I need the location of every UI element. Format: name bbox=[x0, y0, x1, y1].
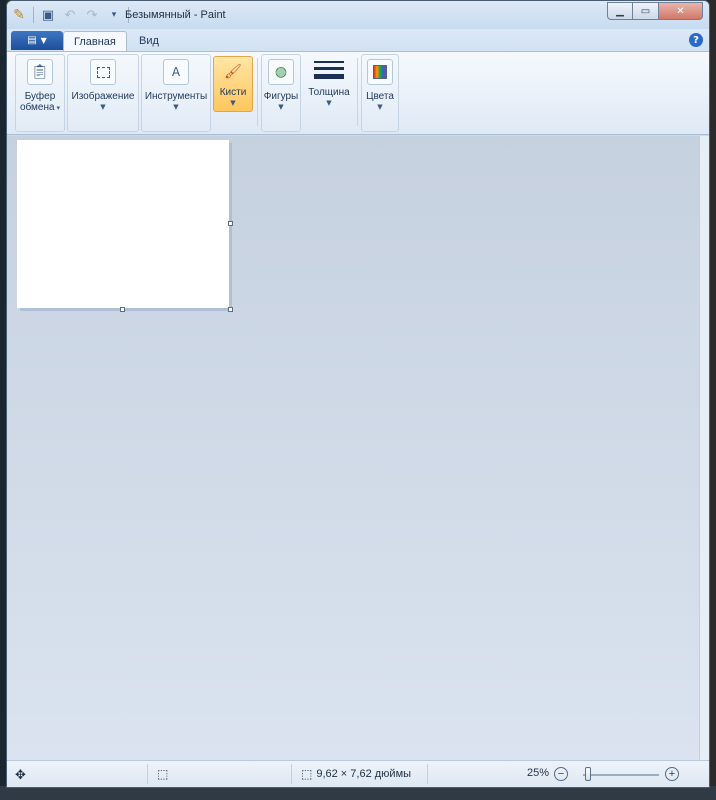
ribbon-separator bbox=[357, 58, 358, 126]
selection-icon: ⬚ bbox=[157, 767, 169, 781]
image-size: ⬚ 9,62 × 7,62 дюймы bbox=[301, 767, 411, 781]
title-bar: ✎ ▣ ↶ ↷ ▾ Безымянный - Paint ▁ ▭ ✕ bbox=[7, 1, 709, 29]
resize-handle-right[interactable] bbox=[228, 221, 233, 226]
save-icon[interactable]: ▣ bbox=[40, 7, 56, 23]
zoom-slider-thumb[interactable] bbox=[585, 767, 591, 781]
maximize-button[interactable]: ▭ bbox=[633, 2, 659, 20]
zoom-level-text: 25% bbox=[527, 767, 550, 779]
paint-window: ✎ ▣ ↶ ↷ ▾ Безымянный - Paint ▁ ▭ ✕ ▤ ▼ Г… bbox=[6, 0, 710, 788]
image-size-text: 9,62 × 7,62 дюймы bbox=[316, 768, 412, 780]
tools-icon: A bbox=[163, 59, 189, 85]
palette-icon bbox=[367, 59, 393, 85]
tools-group-button[interactable]: A Инструменты ▼ bbox=[141, 54, 211, 132]
brush-icon: 🖌︎ bbox=[224, 64, 242, 80]
colors-group-button[interactable]: Цвета ▼ bbox=[361, 54, 399, 132]
size-label: Толщина bbox=[308, 87, 350, 98]
image-size-icon: ⬚ bbox=[301, 767, 313, 781]
status-separator bbox=[427, 764, 428, 784]
zoom-in-icon: + bbox=[665, 767, 679, 781]
paint-menu-button[interactable]: ▤ ▼ bbox=[11, 31, 63, 50]
tab-view[interactable]: Вид bbox=[129, 31, 169, 51]
colors-label: Цвета bbox=[366, 91, 394, 102]
window-title: Безымянный - Paint bbox=[125, 9, 226, 21]
selection-size: ⬚ bbox=[157, 767, 168, 781]
drawing-canvas[interactable] bbox=[17, 140, 229, 308]
taskbar-strip bbox=[0, 786, 716, 800]
canvas-workspace bbox=[7, 136, 699, 760]
shapes-group-button[interactable]: ◍ Фигуры ▼ bbox=[261, 54, 301, 132]
chevron-down-icon: ▼ bbox=[377, 103, 383, 111]
zoom-slider-track[interactable] bbox=[583, 774, 659, 776]
size-button[interactable]: Толщина ▼ bbox=[303, 54, 355, 132]
chevron-down-icon: ▼ bbox=[173, 103, 179, 111]
chevron-down-icon: ▼ bbox=[40, 36, 47, 45]
resize-handle-corner[interactable] bbox=[228, 307, 233, 312]
customize-qat-icon[interactable]: ▾ bbox=[106, 7, 122, 23]
zoom-in-button[interactable]: + bbox=[665, 767, 679, 781]
status-separator bbox=[291, 764, 292, 784]
redo-icon[interactable]: ↷ bbox=[84, 7, 100, 23]
zoom-out-button[interactable]: − bbox=[554, 767, 568, 781]
status-separator bbox=[147, 764, 148, 784]
brushes-button[interactable]: 🖌︎ Кисти ▼ bbox=[213, 56, 253, 112]
shapes-label: Фигуры bbox=[263, 91, 299, 102]
help-icon[interactable]: ? bbox=[689, 33, 703, 47]
zoom-level: 25% bbox=[527, 767, 549, 779]
close-button[interactable]: ✕ bbox=[659, 2, 703, 20]
image-group-button[interactable]: Изображение ▼ bbox=[67, 54, 139, 132]
ribbon: 📋︎ Буфер обмена ▾ Изображение ▼ A Инстру… bbox=[7, 51, 709, 135]
tab-home[interactable]: Главная bbox=[63, 31, 127, 52]
clipboard-label: Буфер обмена ▾ bbox=[19, 91, 61, 113]
brushes-label: Кисти bbox=[219, 87, 247, 98]
chevron-down-icon: ▼ bbox=[100, 103, 106, 111]
cursor-position: ✥ bbox=[15, 767, 26, 783]
chevron-down-icon: ▼ bbox=[326, 99, 332, 107]
quick-access-toolbar: ✎ ▣ ↶ ↷ ▾ bbox=[11, 7, 129, 23]
shapes-icon: ◍ bbox=[268, 59, 294, 85]
chevron-down-icon: ▼ bbox=[278, 103, 284, 111]
paint-app-icon[interactable]: ✎ bbox=[11, 7, 27, 23]
window-controls: ▁ ▭ ✕ bbox=[607, 2, 703, 20]
minimize-button[interactable]: ▁ bbox=[607, 2, 633, 20]
move-cursor-icon: ✥ bbox=[15, 767, 26, 782]
qat-separator bbox=[33, 7, 34, 23]
chevron-down-icon: ▼ bbox=[230, 99, 236, 107]
select-icon bbox=[90, 59, 116, 85]
status-bar: ✥ ⬚ ⬚ 9,62 × 7,62 дюймы 25% − + bbox=[7, 760, 709, 787]
image-label: Изображение bbox=[71, 91, 135, 102]
zoom-out-icon: − bbox=[554, 767, 568, 781]
ribbon-separator bbox=[257, 58, 258, 126]
clipboard-group-button[interactable]: 📋︎ Буфер обмена ▾ bbox=[15, 54, 65, 132]
clipboard-icon: 📋︎ bbox=[27, 59, 53, 85]
tools-label: Инструменты bbox=[144, 91, 208, 102]
ribbon-tab-bar: ▤ ▼ Главная Вид ? bbox=[7, 29, 709, 52]
resize-handle-bottom[interactable] bbox=[120, 307, 125, 312]
menu-icon: ▤ bbox=[27, 35, 37, 46]
vertical-scrollbar[interactable] bbox=[699, 136, 709, 760]
line-size-icon bbox=[314, 61, 344, 83]
undo-icon[interactable]: ↶ bbox=[62, 7, 78, 23]
